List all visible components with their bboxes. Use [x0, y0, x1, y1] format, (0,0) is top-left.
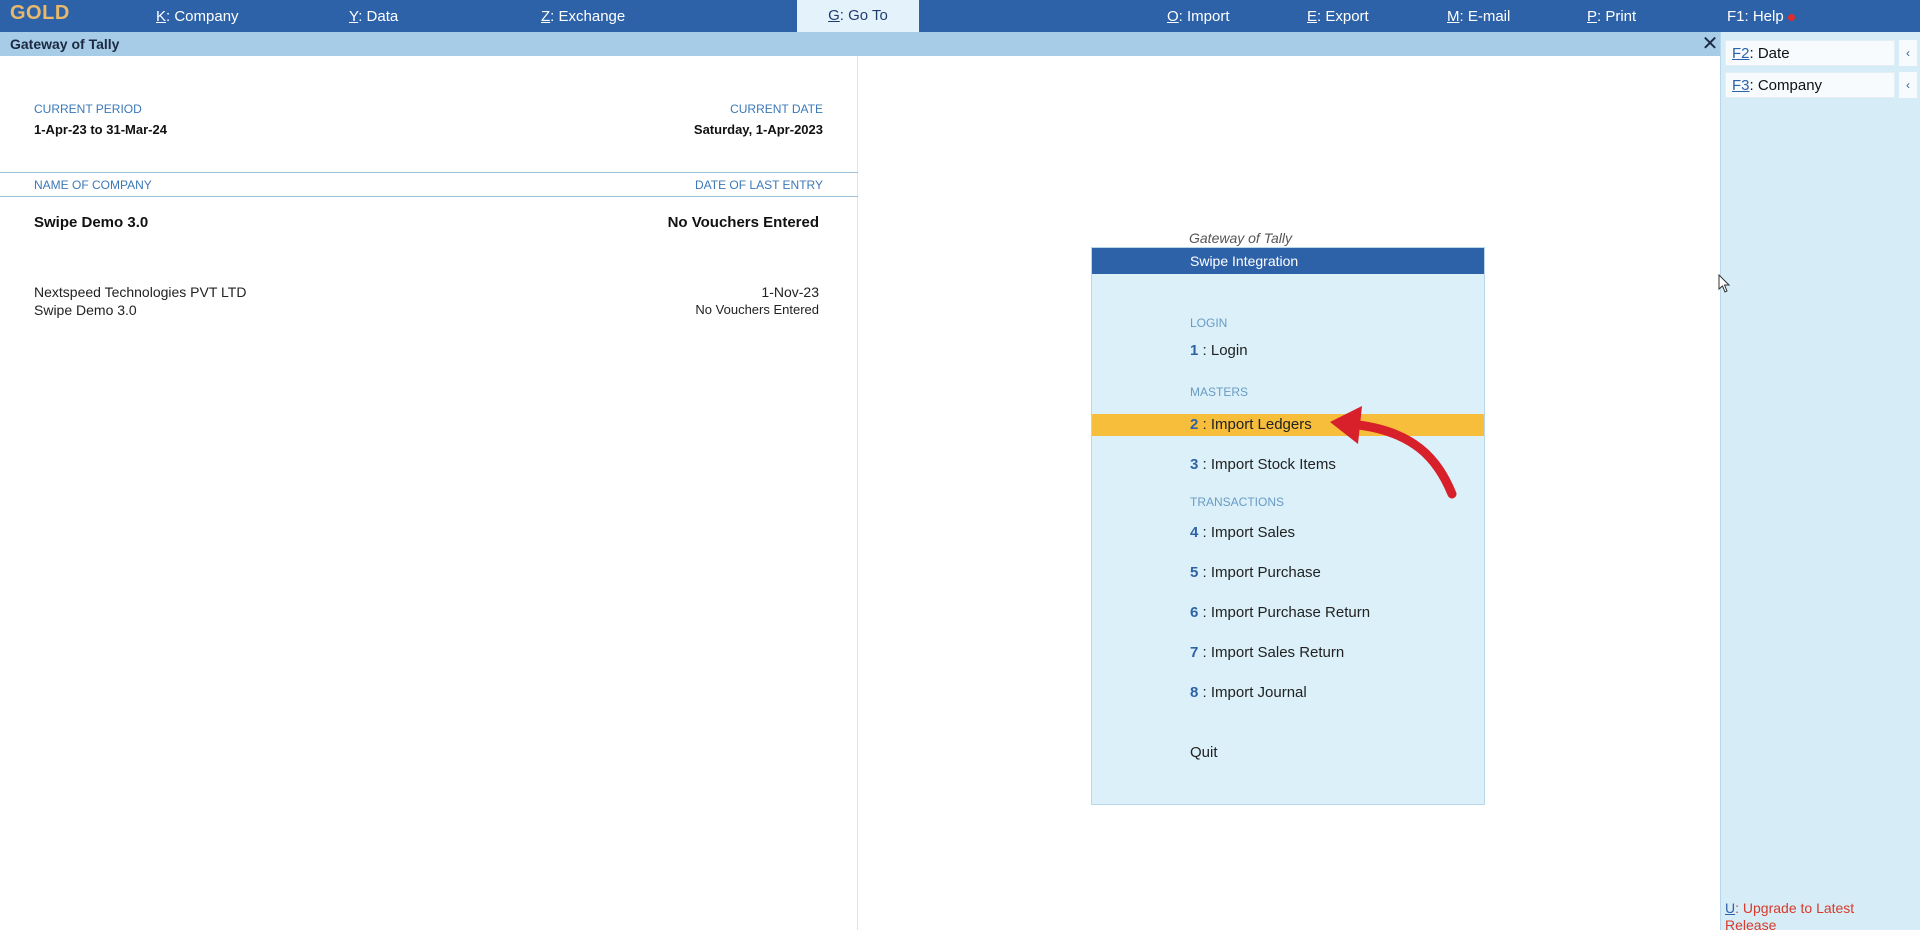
current-period-value[interactable]: 1-Apr-23 to 31-Mar-24: [34, 122, 167, 137]
column-header-company: NAME OF COMPANY: [34, 178, 152, 192]
company-info-panel: CURRENT PERIOD 1-Apr-23 to 31-Mar-24 CUR…: [0, 56, 858, 930]
company-last-entry: 1-Nov-23: [761, 284, 819, 300]
menu-exchange[interactable]: Z: Exchange: [541, 8, 625, 25]
close-icon[interactable]: ✕: [1700, 32, 1720, 56]
date-button[interactable]: F2: Date: [1725, 40, 1895, 66]
screen-title-bar: Gateway of Tally: [0, 32, 1720, 56]
company-name[interactable]: Nextspeed Technologies PVT LTD: [34, 284, 246, 300]
company-button[interactable]: F3: Company: [1725, 72, 1895, 98]
current-date-label: CURRENT DATE: [730, 102, 823, 116]
menu-help[interactable]: F1: Help: [1727, 8, 1795, 25]
menu-company[interactable]: K: Company: [156, 8, 239, 25]
company-last-entry-primary: No Vouchers Entered: [667, 214, 819, 231]
company-name-primary[interactable]: Swipe Demo 3.0: [34, 214, 148, 231]
current-date-value[interactable]: Saturday, 1-Apr-2023: [694, 122, 823, 137]
menu-export[interactable]: E: Export: [1307, 8, 1369, 25]
help-notification-dot-icon: [1787, 13, 1795, 21]
upgrade-button[interactable]: U: Upgrade to Latest Release: [1725, 900, 1885, 934]
section-login: LOGIN: [1190, 316, 1228, 330]
annotation-arrow-icon: [1330, 406, 1457, 499]
menu-item-import-purchase[interactable]: 5 : Import Purchase: [1092, 562, 1484, 584]
menu-email[interactable]: M: E-mail: [1447, 8, 1510, 25]
menu-goto[interactable]: G: Go To: [797, 0, 919, 32]
menu-data[interactable]: Y: Data: [349, 8, 398, 25]
menu-import[interactable]: O: Import: [1167, 8, 1230, 25]
company-last-entry: No Vouchers Entered: [695, 302, 819, 317]
button-bar: F2: Date ‹ F3: Company ‹: [1720, 32, 1920, 930]
column-header-last-entry: DATE OF LAST ENTRY: [694, 178, 823, 192]
menu-item-quit[interactable]: Quit: [1092, 742, 1484, 764]
divider: [0, 196, 858, 197]
section-masters: MASTERS: [1190, 385, 1249, 399]
menu-heading: Gateway of Tally: [1189, 230, 1292, 246]
chevron-left-icon[interactable]: ‹: [1899, 40, 1917, 66]
current-period-label: CURRENT PERIOD: [34, 102, 142, 116]
menu-item-login[interactable]: 1 : Login: [1092, 340, 1484, 362]
chevron-left-icon[interactable]: ‹: [1899, 72, 1917, 98]
menu-item-import-journal[interactable]: 8 : Import Journal: [1092, 682, 1484, 704]
top-menu-bar: GOLD K: Company Y: Data Z: Exchange G: G…: [0, 0, 1920, 32]
menu-title: Swipe Integration: [1092, 248, 1484, 274]
menu-print[interactable]: P: Print: [1587, 8, 1636, 25]
section-transactions: TRANSACTIONS: [1190, 495, 1285, 509]
edition-logo: GOLD: [10, 2, 70, 24]
divider: [0, 172, 858, 173]
company-name[interactable]: Swipe Demo 3.0: [34, 302, 137, 318]
menu-item-import-purchase-return[interactable]: 6 : Import Purchase Return: [1092, 602, 1484, 624]
mouse-cursor-icon: [1718, 274, 1731, 293]
page-title: Gateway of Tally: [10, 36, 120, 52]
swipe-integration-menu: Swipe Integration LOGIN 1 : Login MASTER…: [1091, 247, 1485, 805]
menu-item-import-sales-return[interactable]: 7 : Import Sales Return: [1092, 642, 1484, 664]
menu-item-import-sales[interactable]: 4 : Import Sales: [1092, 522, 1484, 544]
